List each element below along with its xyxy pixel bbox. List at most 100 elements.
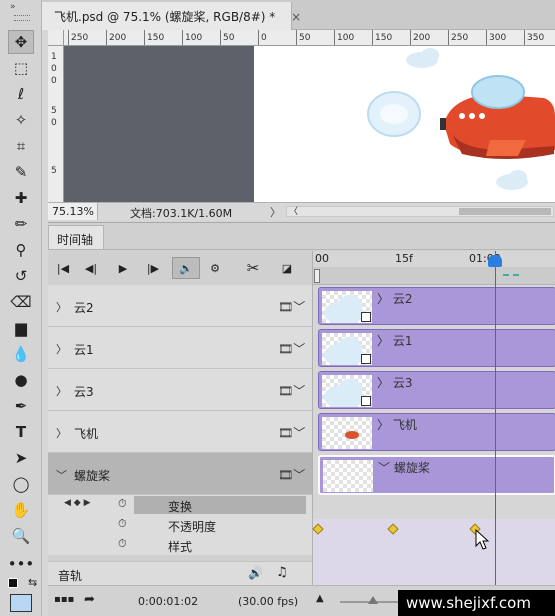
clip-cloud1[interactable]: 〉 云1 <box>318 329 555 367</box>
tab-timeline[interactable]: 时间轴 <box>48 225 104 249</box>
clip-chevron-icon[interactable]: 〉 <box>377 376 389 390</box>
lasso-tool-icon[interactable]: ℓ <box>8 82 34 106</box>
stopwatch-icon[interactable]: ⏱ <box>118 537 127 551</box>
layer-row-cloud3[interactable]: 〉 云3 🎞﹀ <box>48 369 312 411</box>
clip-chevron-icon[interactable]: 〉 <box>377 334 389 348</box>
property-row-transform[interactable]: ◀ ◆ ▶ ⏱ 变换 <box>48 495 312 515</box>
expand-chevron-icon[interactable]: 〉 <box>56 341 67 357</box>
magic-wand-tool-icon[interactable]: ✧ <box>8 108 34 132</box>
timeline-tracks[interactable]: 00 15f 01:00 〉 云2 〉 云1 〉 云3 〉 飞机 ﹀ 螺旋桨 <box>312 251 555 585</box>
scroll-left-icon[interactable]: 〈 <box>289 204 298 217</box>
canvas-artboard[interactable] <box>254 46 555 202</box>
film-menu-icon[interactable]: 🎞﹀ <box>278 298 305 315</box>
expand-chevron-icon[interactable]: 〉 <box>56 425 67 441</box>
default-colors-icon[interactable] <box>8 578 18 588</box>
previous-frame-icon[interactable]: ◀| <box>80 257 102 279</box>
film-menu-icon[interactable]: 🎞﹀ <box>278 340 305 357</box>
zoom-out-icon[interactable]: ▲ <box>316 593 324 604</box>
pasteboard[interactable] <box>64 46 254 202</box>
clip-chevron-icon[interactable]: ﹀ <box>378 461 390 475</box>
render-video-icon[interactable]: ➦ <box>84 592 95 607</box>
move-tool-icon[interactable]: ✥ <box>8 30 34 54</box>
playhead-handle[interactable] <box>488 255 502 267</box>
film-menu-icon[interactable]: 🎞﹀ <box>278 424 305 441</box>
expand-chevron-icon[interactable]: 〉 <box>56 383 67 399</box>
property-row-style[interactable]: ⏱ 样式 <box>48 535 312 555</box>
clip-name: 云3 <box>392 376 413 390</box>
history-brush-tool-icon[interactable]: ↺ <box>8 264 34 288</box>
hand-tool-icon[interactable]: ✋ <box>8 498 34 522</box>
blur-tool-icon[interactable]: 💧 <box>8 342 34 366</box>
convert-frame-animation-icon[interactable]: ▪▪▪ <box>54 594 74 605</box>
audio-toggle-icon[interactable]: 🔈 <box>172 257 200 279</box>
play-icon[interactable]: ▶ <box>112 257 134 279</box>
keyframe-marker[interactable] <box>387 523 399 535</box>
type-tool-icon[interactable]: T <box>8 420 34 444</box>
dodge-tool-icon[interactable]: ● <box>8 368 34 392</box>
playhead-line[interactable] <box>495 251 496 585</box>
slider-knob[interactable] <box>368 596 378 604</box>
ruler-tick: 0 <box>51 64 57 74</box>
clip-label: 〉 云2 <box>377 290 412 307</box>
clip-chevron-icon[interactable]: 〉 <box>377 418 389 432</box>
clip-cloud2[interactable]: 〉 云2 <box>318 287 555 325</box>
ellipse-tool-icon[interactable]: ◯ <box>8 472 34 496</box>
keyframe-navigator-icon[interactable]: ◀ ◆ ▶ <box>64 498 91 508</box>
document-tab[interactable]: 飞机.psd @ 75.1% (螺旋桨, RGB/8#) * × <box>42 2 301 30</box>
music-note-icon[interactable]: ♫ <box>276 565 288 580</box>
settings-gear-icon[interactable]: ⚙ <box>204 257 226 279</box>
close-tab-icon[interactable]: × <box>291 10 301 24</box>
property-row-opacity[interactable]: ⏱ 不透明度 <box>48 515 312 535</box>
timeline-zoom-slider[interactable] <box>340 596 400 604</box>
eraser-tool-icon[interactable]: ⌫ <box>8 290 34 314</box>
healing-brush-tool-icon[interactable]: ✚ <box>8 186 34 210</box>
audio-track-row[interactable]: 音轨 🔊 ♫ <box>48 561 312 585</box>
collapse-icon[interactable]: » <box>10 2 16 12</box>
crop-tool-icon[interactable]: ⌗ <box>8 134 34 158</box>
work-area-bar[interactable] <box>313 267 555 285</box>
marquee-tool-icon[interactable]: ⬚ <box>8 56 34 80</box>
eyedropper-tool-icon[interactable]: ✎ <box>8 160 34 184</box>
stopwatch-icon[interactable]: ⏱ <box>118 517 127 531</box>
expand-chevron-icon[interactable]: 〉 <box>56 299 67 315</box>
ruler-corner[interactable] <box>48 30 64 46</box>
cloud-icon <box>406 48 439 68</box>
film-menu-icon[interactable]: 🎞﹀ <box>278 382 305 399</box>
clone-stamp-tool-icon[interactable]: ⚲ <box>8 238 34 262</box>
layer-row-cloud2[interactable]: 〉 云2 🎞﹀ <box>48 285 312 327</box>
clip-chevron-icon[interactable]: 〉 <box>377 292 389 306</box>
layer-row-plane[interactable]: 〉 飞机 🎞﹀ <box>48 411 312 453</box>
film-menu-icon[interactable]: 🎞﹀ <box>278 466 305 483</box>
status-menu-arrow-icon[interactable]: 〉 <box>270 204 281 220</box>
more-tools-icon[interactable]: ••• <box>8 552 35 576</box>
foreground-color-swatch[interactable] <box>10 594 32 612</box>
volume-icon[interactable]: 🔊 <box>248 566 263 580</box>
swap-colors-icon[interactable]: ⇆ <box>28 576 37 589</box>
go-to-first-frame-icon[interactable]: |◀ <box>52 257 74 279</box>
split-scissors-icon[interactable]: ✂ <box>242 257 264 279</box>
keyframe-lane[interactable] <box>312 519 555 585</box>
zoom-level-field[interactable]: 75.13% <box>48 203 98 220</box>
collapse-chevron-icon[interactable]: ﹀ <box>56 467 67 483</box>
stopwatch-icon[interactable]: ⏱ <box>118 497 127 511</box>
clip-plane[interactable]: 〉 飞机 <box>318 413 555 451</box>
layer-row-cloud1[interactable]: 〉 云1 🎞﹀ <box>48 327 312 369</box>
path-selection-tool-icon[interactable]: ➤ <box>8 446 34 470</box>
horizontal-scrollbar[interactable]: 〈 <box>286 206 554 217</box>
zoom-tool-icon[interactable]: 🔍 <box>8 524 34 548</box>
transition-icon[interactable]: ◪ <box>276 257 298 279</box>
scroll-thumb[interactable] <box>459 208 551 215</box>
gradient-tool-icon[interactable]: ▆ <box>8 316 34 340</box>
next-frame-icon[interactable]: |▶ <box>142 257 164 279</box>
layer-row-propeller[interactable]: ﹀ 螺旋桨 🎞﹀ <box>48 453 312 495</box>
clip-propeller[interactable]: ﹀ 螺旋桨 <box>318 455 555 495</box>
pen-tool-icon[interactable]: ✒ <box>8 394 34 418</box>
brush-tool-icon[interactable]: ✏ <box>8 212 34 236</box>
vertical-ruler[interactable]: 1 0 0 5 0 5 <box>48 46 64 202</box>
horizontal-ruler[interactable]: 250 200 150 100 50 0 50 100 150 200 250 … <box>64 30 555 46</box>
time-ruler[interactable]: 00 15f 01:00 <box>313 251 555 267</box>
panel-grip[interactable] <box>14 15 30 21</box>
work-area-start-handle[interactable] <box>314 269 320 283</box>
keyframe-marker[interactable] <box>312 523 324 535</box>
clip-cloud3[interactable]: 〉 云3 <box>318 371 555 409</box>
